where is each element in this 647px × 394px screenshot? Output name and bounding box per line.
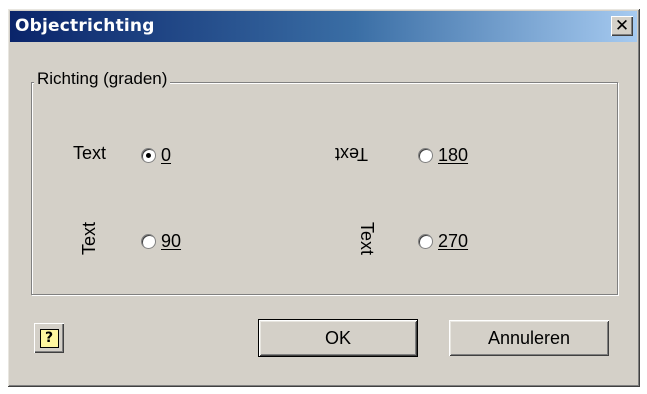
help-button[interactable]: ?: [34, 323, 64, 353]
radio-icon: [418, 234, 433, 249]
radio-label-180: 180: [438, 145, 469, 165]
radio-icon: [418, 148, 433, 163]
cancel-button[interactable]: Annuleren: [449, 320, 609, 356]
title-bar[interactable]: Objectrichting ✕: [10, 11, 637, 42]
radio-option-270[interactable]: 270: [418, 231, 468, 252]
radio-option-180[interactable]: 180: [418, 145, 468, 166]
radio-icon: [141, 234, 156, 249]
sample-text-180: Text: [335, 144, 369, 164]
radio-icon: [141, 148, 156, 163]
close-icon: ✕: [614, 15, 630, 36]
ok-button[interactable]: OK: [258, 319, 418, 357]
radio-option-0[interactable]: 0: [141, 145, 171, 166]
help-icon: ?: [39, 328, 59, 348]
close-button[interactable]: ✕: [611, 16, 633, 36]
sample-text-0: Text: [73, 143, 107, 163]
radio-option-90[interactable]: 90: [141, 231, 181, 252]
direction-groupbox: [31, 82, 618, 295]
sample-text-270: Text: [357, 221, 378, 256]
sample-text-90: Text: [79, 221, 100, 256]
group-label: Richting (graden): [34, 69, 171, 89]
radio-label-270: 270: [438, 231, 469, 251]
radio-label-90: 90: [161, 231, 182, 251]
radio-label-0: 0: [161, 145, 172, 165]
dialog-title: Objectrichting: [15, 16, 155, 36]
